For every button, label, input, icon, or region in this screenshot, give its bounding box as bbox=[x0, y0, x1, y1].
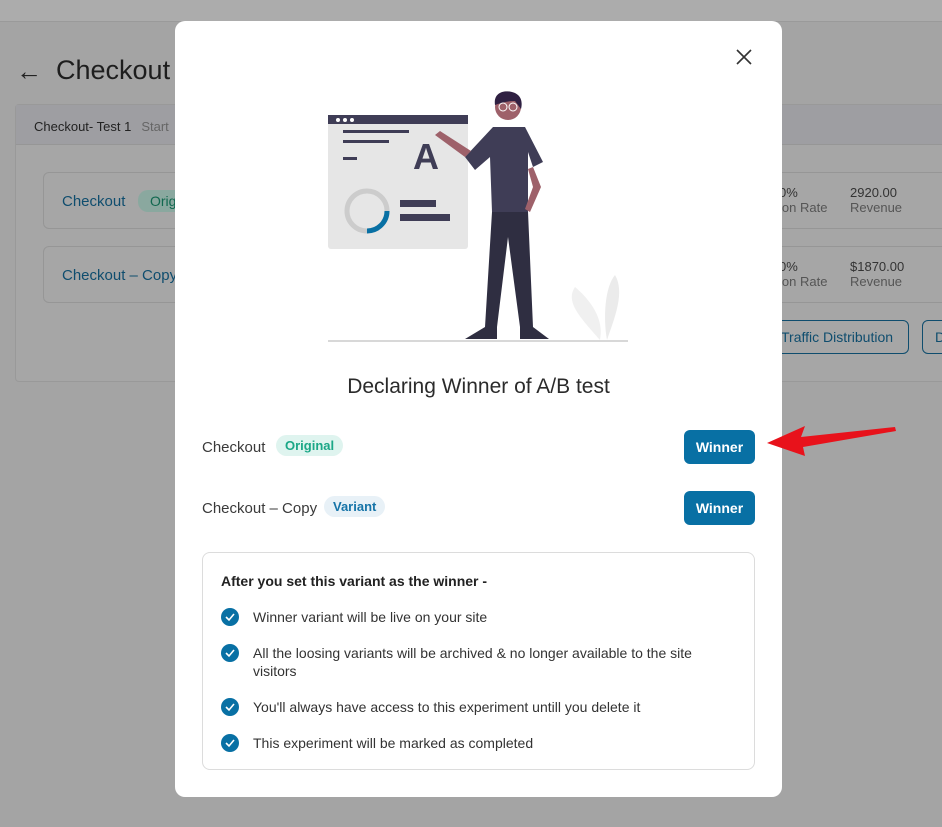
original-badge: Original bbox=[276, 435, 344, 456]
page-title: Checkout bbox=[56, 55, 171, 85]
info-item: Winner variant will be live on your site bbox=[221, 608, 731, 626]
info-item: This experiment will be marked as comple… bbox=[221, 734, 731, 752]
check-circle-icon bbox=[221, 608, 239, 626]
conversion-rate: 0% ion Rate bbox=[779, 259, 828, 289]
red-arrow-annotation-icon bbox=[767, 426, 896, 456]
winner-button-copy[interactable]: Winner bbox=[684, 491, 755, 525]
variant-name[interactable]: Checkout – Copy bbox=[62, 267, 177, 284]
variant-row-original: Checkout Original Winner bbox=[202, 430, 755, 464]
ab-test-illustration-icon: A bbox=[328, 91, 628, 342]
info-item: You'll always have access to this experi… bbox=[221, 698, 731, 716]
declare-winner-modal: A Declaring Winner of A/B test Checkout … bbox=[175, 21, 782, 797]
check-circle-icon bbox=[221, 734, 239, 752]
test-status: Start bbox=[141, 119, 169, 134]
info-item: All the loosing variants will be archive… bbox=[221, 644, 731, 680]
close-icon[interactable] bbox=[734, 47, 754, 67]
revenue: $1870.00 Revenue bbox=[850, 259, 905, 289]
variant-name: Checkout – Copy bbox=[202, 500, 318, 517]
check-circle-icon bbox=[221, 698, 239, 716]
variant-badge: Variant bbox=[324, 496, 386, 517]
winner-info-box: After you set this variant as the winner… bbox=[202, 552, 755, 770]
check-circle-icon bbox=[221, 644, 239, 662]
modal-title: Declaring Winner of A/B test bbox=[347, 375, 610, 398]
conversion-rate: 0% ion Rate bbox=[779, 185, 828, 215]
top-bar bbox=[0, 0, 942, 22]
secondary-button[interactable]: D bbox=[922, 320, 942, 354]
variant-name: Checkout bbox=[202, 439, 266, 456]
test-name: Checkout- Test 1 bbox=[34, 119, 132, 134]
traffic-distribution-button[interactable]: Traffic Distribution bbox=[760, 320, 909, 354]
svg-text:A: A bbox=[413, 136, 439, 177]
back-arrow-icon[interactable]: ← bbox=[16, 56, 42, 87]
revenue: 2920.00 Revenue bbox=[850, 185, 903, 215]
variant-name[interactable]: Checkout bbox=[62, 193, 125, 210]
winner-button-original[interactable]: Winner bbox=[684, 430, 755, 464]
variant-row-copy: Checkout – Copy Variant Winner bbox=[202, 491, 755, 525]
info-heading: After you set this variant as the winner… bbox=[221, 573, 488, 589]
